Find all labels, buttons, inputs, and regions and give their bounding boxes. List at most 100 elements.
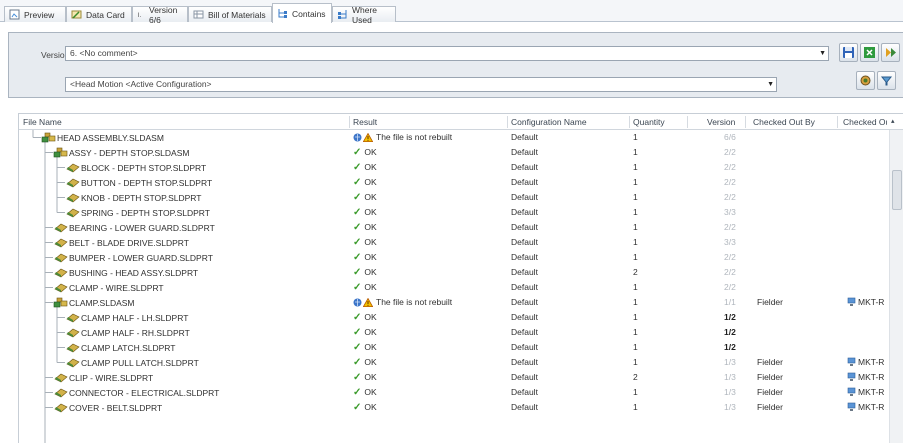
file-name-cell[interactable]: CLAMP PULL LATCH.SLDPRT bbox=[65, 357, 199, 368]
file-name-cell[interactable]: BUTTON - DEPTH STOP.SLDPRT bbox=[65, 177, 212, 188]
save-button[interactable] bbox=[839, 43, 858, 62]
tab-bill-of-materials[interactable]: Bill of Materials bbox=[188, 6, 272, 22]
column-header-quantity[interactable]: Quantity bbox=[633, 117, 665, 127]
quantity-cell: 1 bbox=[633, 387, 638, 397]
file-name-cell[interactable]: KNOB - DEPTH STOP.SLDPRT bbox=[65, 192, 201, 203]
file-name-cell[interactable]: BELT - BLADE DRIVE.SLDPRT bbox=[53, 237, 189, 248]
version-cell: 2/2 bbox=[724, 162, 736, 172]
file-name-cell[interactable]: CLAMP LATCH.SLDPRT bbox=[65, 342, 175, 353]
table-row[interactable]: BELT - BLADE DRIVE.SLDPRT ✓ OK Default 1 3/3 bbox=[19, 235, 889, 250]
contains-grid: File Name Result Configuration Name Quan… bbox=[18, 113, 903, 443]
result-text: OK bbox=[364, 357, 377, 367]
file-name-cell[interactable]: BUSHING - HEAD ASSY.SLDPRT bbox=[53, 267, 198, 278]
result-cell: ✓ OK bbox=[353, 147, 377, 157]
configuration-dropdown[interactable]: <Head Motion <Active Configuration> ▼ bbox=[65, 77, 777, 92]
file-name-cell[interactable]: CLAMP - WIRE.SLDPRT bbox=[53, 282, 164, 293]
export-button[interactable] bbox=[860, 43, 879, 62]
dropdown-arrow-icon: ▼ bbox=[767, 81, 774, 88]
ok-check-icon: ✓ bbox=[353, 251, 362, 263]
result-cell: ✓ OK bbox=[353, 222, 377, 232]
table-row[interactable]: BUTTON - DEPTH STOP.SLDPRT ✓ OK Default 1 2/2 bbox=[19, 175, 889, 190]
quantity-cell: 1 bbox=[633, 147, 638, 157]
file-name-cell[interactable]: ASSY - DEPTH STOP.SLDASM bbox=[53, 147, 189, 158]
configuration-name-cell: Default bbox=[511, 357, 538, 367]
checked-out-in-value: MKT-R bbox=[858, 372, 885, 382]
file-name-cell[interactable]: CLAMP HALF - RH.SLDPRT bbox=[65, 327, 190, 338]
file-name-cell[interactable]: SPRING - DEPTH STOP.SLDPRT bbox=[65, 207, 210, 218]
version-cell: 1/1 bbox=[724, 297, 736, 307]
column-scroll-up-icon[interactable]: ▴ bbox=[891, 117, 895, 125]
table-row[interactable]: CLAMP.SLDASM The file is not rebuilt Defau… bbox=[19, 295, 889, 310]
tab-data-card[interactable]: Data Card bbox=[66, 6, 132, 22]
tab-preview[interactable]: Preview bbox=[4, 6, 66, 22]
result-text: OK bbox=[364, 162, 377, 172]
table-row[interactable]: CONNECTOR - ELECTRICAL.SLDPRT ✓ OK Default 1… bbox=[19, 385, 889, 400]
file-name: BEARING - LOWER GUARD.SLDPRT bbox=[69, 222, 215, 233]
configuration-name-cell: Default bbox=[511, 387, 538, 397]
warning-icon bbox=[363, 132, 373, 142]
result-cell: ✓ OK bbox=[353, 207, 377, 217]
part-file-icon bbox=[66, 343, 80, 353]
configuration-name-cell: Default bbox=[511, 222, 538, 232]
table-row[interactable]: CLAMP PULL LATCH.SLDPRT ✓ OK Default 1 1/3 Fie… bbox=[19, 355, 889, 370]
column-header-checked-out-in[interactable]: Checked Out In bbox=[843, 117, 887, 127]
configuration-name-cell: Default bbox=[511, 312, 538, 322]
table-row[interactable]: CLAMP HALF - LH.SLDPRT ✓ OK Default 1 1/2 bbox=[19, 310, 889, 325]
table-row[interactable]: COVER - BELT.SLDPRT ✓ OK Default 1 1/3 Fielder… bbox=[19, 400, 889, 415]
configuration-name-cell: Default bbox=[511, 147, 538, 157]
table-row[interactable]: BLOCK - DEPTH STOP.SLDPRT ✓ OK Default 1 2/2 bbox=[19, 160, 889, 175]
table-row[interactable]: CLIP - WIRE.SLDPRT ✓ OK Default 2 1/3 Fielder M… bbox=[19, 370, 889, 385]
table-row[interactable]: CLAMP - WIRE.SLDPRT ✓ OK Default 1 2/2 bbox=[19, 280, 889, 295]
ok-check-icon: ✓ bbox=[353, 386, 362, 398]
tab-label: Contains bbox=[292, 8, 326, 19]
configuration-name-cell: Default bbox=[511, 297, 538, 307]
column-header-checked-out-by[interactable]: Checked Out By bbox=[753, 117, 815, 127]
table-row[interactable]: KNOB - DEPTH STOP.SLDPRT ✓ OK Default 1 2/2 bbox=[19, 190, 889, 205]
bom-icon bbox=[193, 10, 204, 19]
file-name-cell[interactable]: BLOCK - DEPTH STOP.SLDPRT bbox=[65, 162, 206, 173]
column-header-file-name[interactable]: File Name bbox=[23, 117, 62, 127]
options-button[interactable] bbox=[881, 43, 900, 62]
file-name-cell[interactable]: CLAMP.SLDASM bbox=[53, 297, 135, 308]
checked-out-by-cell: Fielder bbox=[757, 297, 783, 307]
result-text: OK bbox=[364, 147, 377, 157]
refresh-button[interactable] bbox=[856, 71, 875, 90]
file-name-cell[interactable]: COVER - BELT.SLDPRT bbox=[53, 402, 162, 413]
tab-contains[interactable]: Contains bbox=[272, 3, 332, 23]
table-row[interactable]: BEARING - LOWER GUARD.SLDPRT ✓ OK Default 1 2… bbox=[19, 220, 889, 235]
ok-check-icon: ✓ bbox=[353, 266, 362, 278]
file-name-cell[interactable]: BEARING - LOWER GUARD.SLDPRT bbox=[53, 222, 215, 233]
scrollbar-thumb[interactable] bbox=[892, 170, 902, 210]
file-name: CLIP - WIRE.SLDPRT bbox=[69, 372, 154, 383]
table-row[interactable]: HEAD ASSEMBLY.SLDASM The file is not rebu… bbox=[19, 130, 889, 145]
local-file-icon bbox=[353, 298, 362, 306]
file-name-cell[interactable]: CONNECTOR - ELECTRICAL.SLDPRT bbox=[53, 387, 219, 398]
filter-button[interactable] bbox=[877, 71, 896, 90]
column-header-configuration-name[interactable]: Configuration Name bbox=[511, 117, 587, 127]
table-row[interactable]: CLAMP LATCH.SLDPRT ✓ OK Default 1 1/2 bbox=[19, 340, 889, 355]
file-name-cell[interactable]: BUMPER - LOWER GUARD.SLDPRT bbox=[53, 252, 213, 263]
file-name: KNOB - DEPTH STOP.SLDPRT bbox=[81, 192, 202, 203]
file-name-cell[interactable]: HEAD ASSEMBLY.SLDASM bbox=[41, 132, 164, 143]
quantity-cell: 1 bbox=[633, 252, 638, 262]
file-name-cell[interactable]: CLIP - WIRE.SLDPRT bbox=[53, 372, 153, 383]
vertical-scrollbar[interactable] bbox=[889, 130, 903, 443]
result-text: OK bbox=[364, 267, 377, 277]
column-header-result[interactable]: Result bbox=[353, 117, 377, 127]
table-row[interactable]: CLAMP HALF - RH.SLDPRT ✓ OK Default 1 1/2 bbox=[19, 325, 889, 340]
tab-version[interactable]: I. Version 6/6 bbox=[132, 5, 188, 25]
table-row[interactable]: BUMPER - LOWER GUARD.SLDPRT ✓ OK Default 1 2/… bbox=[19, 250, 889, 265]
result-text: OK bbox=[364, 372, 377, 382]
table-row[interactable]: ASSY - DEPTH STOP.SLDASM ✓ OK Default 1 2/2 bbox=[19, 145, 889, 160]
computer-icon bbox=[847, 402, 856, 411]
result-cell: ✓ OK bbox=[353, 237, 377, 247]
file-name-cell[interactable]: CLAMP HALF - LH.SLDPRT bbox=[65, 312, 188, 323]
version-cell: 1/2 bbox=[724, 312, 736, 322]
table-row[interactable]: SPRING - DEPTH STOP.SLDPRT ✓ OK Default 1 3/3 bbox=[19, 205, 889, 220]
part-file-icon bbox=[66, 193, 80, 203]
tab-where-used[interactable]: Where Used bbox=[332, 5, 396, 25]
quantity-cell: 1 bbox=[633, 342, 638, 352]
version-dropdown[interactable]: 6. <No comment> ▼ bbox=[65, 46, 829, 61]
table-row[interactable]: BUSHING - HEAD ASSY.SLDPRT ✓ OK Default 2 2/2 bbox=[19, 265, 889, 280]
column-header-version[interactable]: Version bbox=[707, 117, 735, 127]
